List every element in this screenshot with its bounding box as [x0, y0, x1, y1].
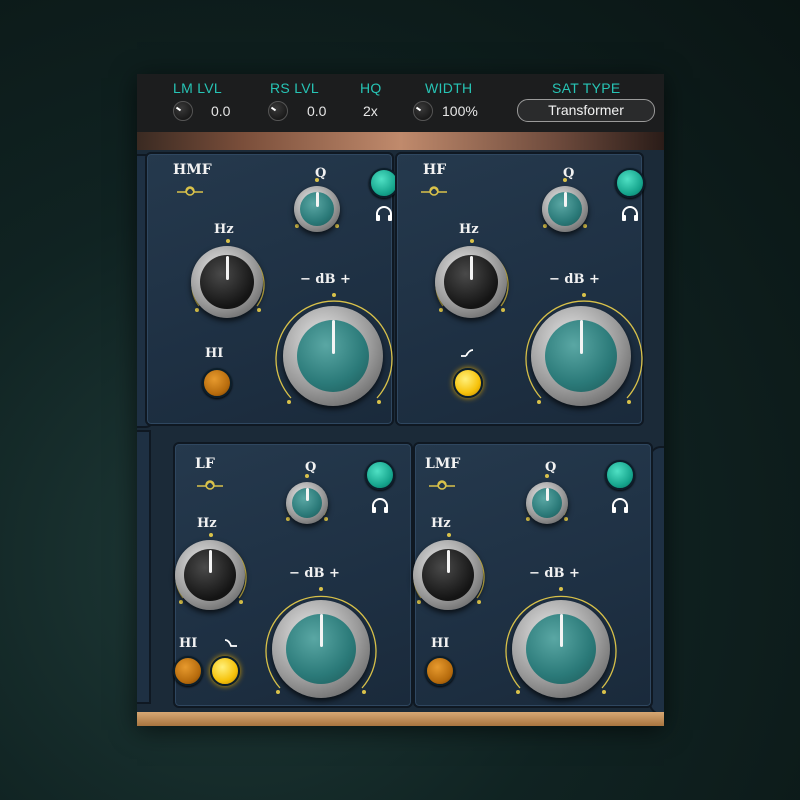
band-hf-shelf-button[interactable] [453, 368, 483, 398]
band-lf-db-label: − dB + [289, 566, 340, 581]
band-hmf-hi-label: HI [205, 346, 224, 361]
hq-value[interactable]: 2x [363, 103, 378, 119]
lm-lvl-knob[interactable] [173, 101, 193, 121]
left-edge-panel-lower [137, 430, 151, 704]
bell-curve-icon [177, 186, 203, 196]
band-hmf-gain-knob[interactable] [283, 306, 383, 406]
wood-trim-top [137, 132, 664, 150]
band-hmf-hz-label: Hz [214, 222, 234, 237]
band-hmf-hz-knob[interactable] [191, 246, 263, 318]
band-hf-db-label: − dB + [549, 272, 600, 287]
band-lmf: LMF Q Hz − dB + HI [413, 442, 653, 708]
hq-label: HQ [360, 80, 382, 96]
top-bar: LM LVL 0.0 RS LVL 0.0 HQ 2x WIDTH 100% S… [137, 74, 664, 133]
band-lf-hz-label: Hz [197, 516, 217, 531]
band-lmf-gain-knob[interactable] [512, 600, 610, 698]
bell-curve-icon [429, 480, 455, 490]
band-lf-hi-label: HI [179, 636, 198, 651]
shelf-icon [461, 349, 474, 357]
width-value: 100% [442, 103, 478, 119]
headphones-icon [622, 206, 638, 221]
band-lf-title: LF [195, 456, 215, 472]
shelf-icon [224, 639, 237, 647]
band-hmf-q-knob[interactable] [294, 186, 340, 232]
band-lf-q-knob[interactable] [286, 482, 328, 524]
band-lmf-solo-button[interactable] [605, 460, 635, 490]
band-hf: HF Q Hz − dB + [395, 152, 645, 426]
band-hf-q-knob[interactable] [542, 186, 588, 232]
band-lf-gain-knob[interactable] [272, 600, 370, 698]
band-lf-shelf-button[interactable] [210, 656, 240, 686]
band-lf-hz-knob[interactable] [175, 540, 245, 610]
band-hf-solo-button[interactable] [615, 168, 645, 198]
band-lf: LF Q Hz − dB + HI [173, 442, 413, 708]
band-lmf-title: LMF [425, 456, 461, 472]
lm-lvl-label: LM LVL [173, 80, 223, 96]
band-lmf-hz-label: Hz [431, 516, 451, 531]
lm-lvl-value: 0.0 [211, 103, 231, 119]
width-knob[interactable] [413, 101, 433, 121]
band-lf-hi-button[interactable] [173, 656, 203, 686]
band-lmf-hi-button[interactable] [425, 656, 455, 686]
rs-lvl-value: 0.0 [307, 103, 327, 119]
band-hf-gain-knob[interactable] [531, 306, 631, 406]
sat-type-select[interactable]: Transformer [517, 99, 655, 122]
width-label: WIDTH [425, 80, 473, 96]
band-hmf-title: HMF [173, 162, 212, 178]
headphones-icon [372, 498, 388, 513]
band-hf-title: HF [423, 162, 447, 178]
bell-curve-icon [197, 480, 223, 490]
eq-plugin-window: LM LVL 0.0 RS LVL 0.0 HQ 2x WIDTH 100% S… [137, 74, 664, 726]
rs-lvl-label: RS LVL [270, 80, 320, 96]
wood-trim-bottom [137, 712, 664, 726]
rs-lvl-knob[interactable] [268, 101, 288, 121]
band-hmf: HMF Q Hz − dB + HI [145, 152, 399, 426]
band-lmf-q-knob[interactable] [526, 482, 568, 524]
bell-curve-icon [421, 186, 447, 196]
headphones-icon [612, 498, 628, 513]
band-lmf-hz-knob[interactable] [413, 540, 483, 610]
band-lmf-db-label: − dB + [529, 566, 580, 581]
band-hmf-hi-button[interactable] [202, 368, 232, 398]
band-hf-hz-label: Hz [459, 222, 479, 237]
band-lmf-hi-label: HI [431, 636, 450, 651]
band-hmf-db-label: − dB + [300, 272, 351, 287]
band-lf-solo-button[interactable] [365, 460, 395, 490]
sat-type-label: SAT TYPE [552, 80, 621, 96]
headphones-icon [376, 206, 392, 221]
band-hf-hz-knob[interactable] [435, 246, 507, 318]
